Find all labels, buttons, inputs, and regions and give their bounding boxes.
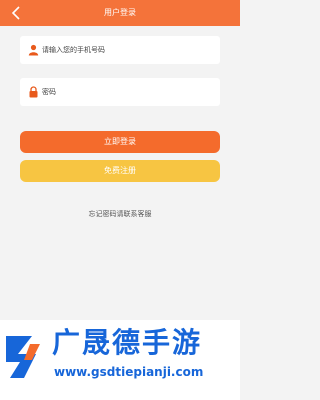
phone-field[interactable] (20, 36, 220, 64)
user-icon (28, 44, 39, 56)
password-field[interactable] (20, 78, 220, 106)
page-title: 用户登录 (104, 8, 136, 17)
watermark-logo-icon (2, 330, 44, 382)
watermark-title: 广晟德手游 (52, 326, 203, 359)
lock-icon (28, 86, 39, 98)
password-input[interactable] (42, 78, 214, 106)
register-button[interactable]: 免费注册 (20, 160, 220, 182)
watermark-url: www.gsdtiepianji.com (54, 365, 204, 379)
phone-input[interactable] (42, 36, 214, 64)
forgot-password-text: 忘记密码请联系客服 (88, 210, 152, 218)
login-button[interactable]: 立即登录 (20, 131, 220, 153)
app-header: 用户登录 (0, 0, 240, 26)
